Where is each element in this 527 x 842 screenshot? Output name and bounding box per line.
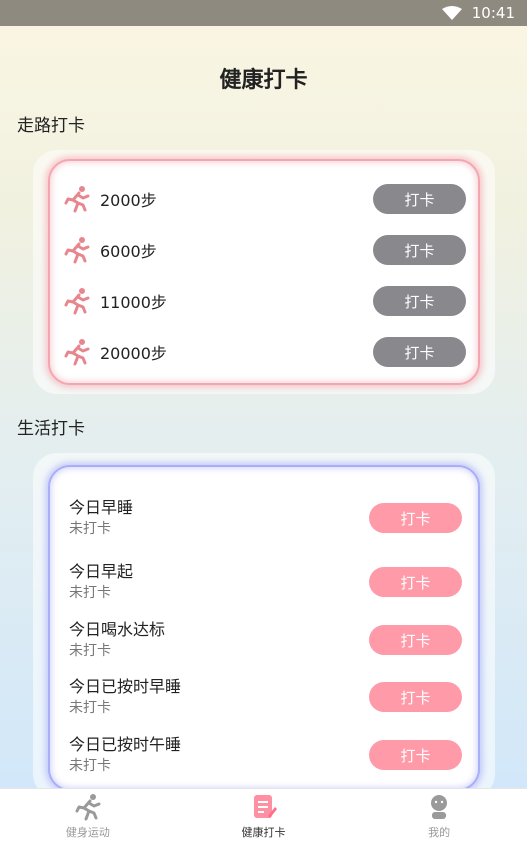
running-man-icon: [64, 288, 90, 315]
life-item-status: 未打卡: [69, 521, 111, 537]
page-title: 健康打卡: [219, 68, 308, 93]
walk-step-label: 2000步: [100, 191, 157, 210]
life-item-label: 今日早睡: [69, 498, 134, 517]
tab-fitness[interactable]: 健身运动: [0, 789, 176, 842]
profile-icon: [431, 794, 448, 819]
life-row: 今日已按时早睡 未打卡 打卡: [69, 674, 462, 720]
walk-step-label: 11000步: [100, 293, 167, 312]
walk-step-label: 6000步: [100, 242, 157, 261]
life-row: 今日已按时午睡 未打卡 打卡: [69, 732, 462, 778]
walk-checkin-button[interactable]: 打卡: [373, 184, 466, 214]
walk-checkin-button[interactable]: 打卡: [373, 337, 466, 367]
walk-step-label: 20000步: [100, 344, 167, 363]
checklist-icon: [253, 794, 277, 818]
life-row: 今日早起 未打卡 打卡: [69, 559, 462, 605]
running-man-icon: [64, 186, 90, 213]
life-item-label: 今日已按时早睡: [69, 677, 182, 696]
walk-row: 6000步 打卡: [62, 234, 466, 266]
life-checkin-button[interactable]: 打卡: [369, 567, 462, 597]
running-man-icon: [64, 237, 90, 264]
life-card: 今日早睡 未打卡 打卡 今日早起 未打卡 打卡 今日喝水达标 未打卡 打卡 今日…: [33, 453, 495, 798]
life-item-status: 未打卡: [69, 585, 111, 601]
life-item-label: 今日已按时午睡: [69, 735, 182, 754]
running-man-icon: [64, 339, 90, 366]
life-checkin-button[interactable]: 打卡: [369, 740, 462, 770]
walk-row: 20000步 打卡: [62, 336, 466, 368]
running-man-icon: [75, 793, 101, 820]
life-item-label: 今日喝水达标: [69, 620, 166, 639]
tab-health-checkin[interactable]: 健康打卡: [176, 789, 352, 842]
life-card-inner: 今日早睡 未打卡 打卡 今日早起 未打卡 打卡 今日喝水达标 未打卡 打卡 今日…: [48, 465, 480, 791]
tab-profile[interactable]: 我的: [351, 789, 527, 842]
walk-section-title: 走路打卡: [17, 116, 85, 136]
life-checkin-button[interactable]: 打卡: [369, 625, 462, 655]
life-checkin-button[interactable]: 打卡: [369, 682, 462, 712]
life-item-label: 今日早起: [69, 562, 134, 581]
life-item-status: 未打卡: [69, 758, 111, 774]
walk-row: 11000步 打卡: [62, 285, 466, 317]
status-bar: 10:41: [0, 0, 527, 26]
life-row: 今日早睡 未打卡 打卡: [69, 495, 462, 541]
tab-label: 健身运动: [65, 825, 110, 839]
walk-checkin-button[interactable]: 打卡: [373, 235, 466, 265]
bottom-tab-bar: 健身运动 健康打卡 我的: [0, 788, 527, 842]
tab-label: 我的: [428, 825, 451, 839]
walk-card: 2000步 打卡 6000步 打卡 11000步 打卡 20000步 打卡: [33, 150, 495, 394]
life-checkin-button[interactable]: 打卡: [369, 503, 462, 533]
walk-card-inner: 2000步 打卡 6000步 打卡 11000步 打卡 20000步 打卡: [48, 159, 480, 385]
life-item-status: 未打卡: [69, 700, 111, 716]
tab-label: 健康打卡: [241, 825, 286, 839]
walk-checkin-button[interactable]: 打卡: [373, 286, 466, 316]
wifi-icon: [441, 6, 462, 20]
walk-row: 2000步 打卡: [62, 183, 466, 215]
life-section-title: 生活打卡: [17, 419, 85, 439]
status-time: 10:41: [471, 4, 515, 22]
life-item-status: 未打卡: [69, 643, 111, 659]
life-row: 今日喝水达标 未打卡 打卡: [69, 617, 462, 663]
